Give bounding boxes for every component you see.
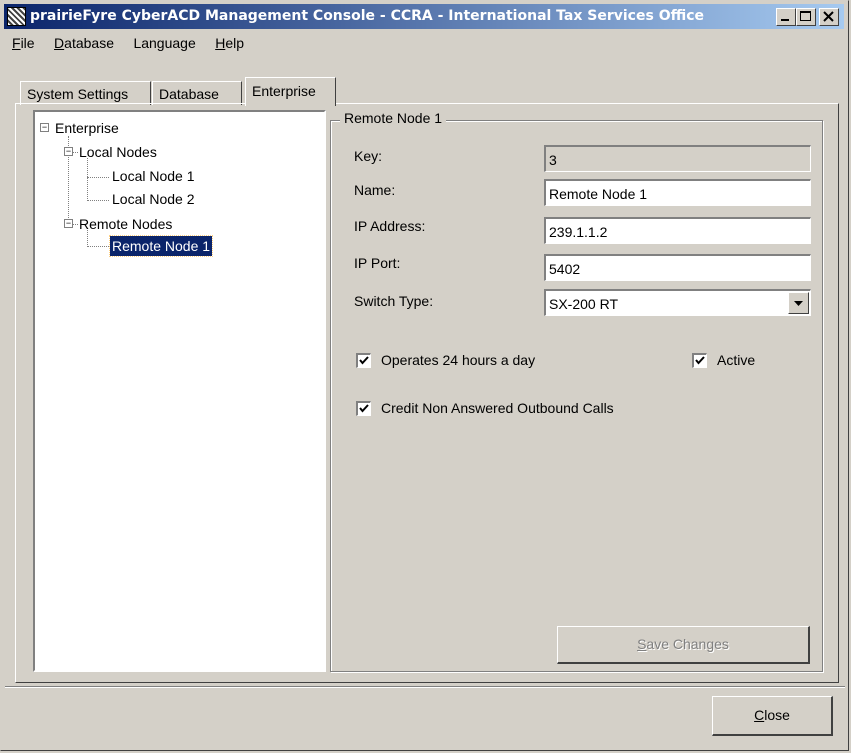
close-button[interactable]: Close [712,696,833,736]
tree-line [87,158,88,201]
dropdown-button[interactable] [788,292,809,314]
checkmark-icon [359,356,369,365]
menu-database[interactable]: Database [46,31,121,53]
name-input[interactable]: Remote Node 1 [544,179,811,206]
title-bar[interactable]: prairieFyre CyberACD Management Console … [4,4,844,29]
menu-bar: File Database Language Help [4,31,251,53]
tree-node-local-nodes[interactable]: Local Nodes [77,142,159,162]
maximize-icon [800,11,811,21]
enterprise-panel: − Enterprise − Local Nodes Local Node 1 … [15,103,839,683]
operates-24h-checkbox[interactable] [356,353,371,368]
separator [5,686,845,688]
close-icon [823,11,834,22]
switch-type-value: SX-200 RT [549,296,618,312]
credit-outbound-checkbox[interactable] [356,401,371,416]
tree-line [87,177,109,178]
ip-port-input[interactable]: 5402 [544,254,811,281]
tree-line [87,246,109,247]
credit-outbound-label[interactable]: Credit Non Answered Outbound Calls [381,400,614,416]
collapse-icon[interactable]: − [40,123,49,132]
maximize-button[interactable] [796,8,816,26]
tab-enterprise[interactable]: Enterprise [245,77,336,106]
app-icon[interactable] [7,7,26,26]
checkmark-icon [695,356,705,365]
main-window: prairieFyre CyberACD Management Console … [0,0,849,751]
menu-language[interactable]: Language [125,31,202,53]
enterprise-tree[interactable]: − Enterprise − Local Nodes Local Node 1 … [33,110,326,672]
window-title: prairieFyre CyberACD Management Console … [30,8,704,24]
ip-address-label: IP Address: [354,218,426,234]
tree-node-remote-node-1[interactable]: Remote Node 1 [108,235,214,257]
ip-port-label: IP Port: [354,255,401,271]
tab-system-settings[interactable]: System Settings [20,81,151,105]
tab-database[interactable]: Database [152,81,242,105]
tree-node-local-node-1[interactable]: Local Node 1 [110,166,197,186]
minimize-button[interactable] [776,8,796,26]
tree-node-enterprise[interactable]: Enterprise [53,118,121,138]
ip-address-input[interactable]: 239.1.1.2 [544,217,811,244]
menu-help[interactable]: Help [207,31,251,53]
tree-node-remote-nodes[interactable]: Remote Nodes [77,214,174,234]
collapse-icon[interactable]: − [64,219,73,228]
switch-type-label: Switch Type: [354,293,434,309]
collapse-icon[interactable]: − [64,147,73,156]
name-label: Name: [354,182,396,198]
key-field: 3 [544,145,811,172]
key-label: Key: [354,148,383,164]
switch-type-select[interactable]: SX-200 RT [544,289,811,316]
tree-line [87,200,109,201]
groupbox-title: Remote Node 1 [340,110,447,126]
menu-file[interactable]: File [4,31,42,53]
active-checkbox[interactable] [692,353,707,368]
minimize-icon [781,19,789,21]
tree-node-local-node-2[interactable]: Local Node 2 [110,189,197,209]
active-label[interactable]: Active [717,352,755,368]
save-changes-button[interactable]: Save Changes [557,626,810,664]
chevron-down-icon [794,301,803,306]
operates-24h-label[interactable]: Operates 24 hours a day [381,352,535,368]
checkmark-icon [359,404,369,413]
close-window-button[interactable] [819,8,839,26]
